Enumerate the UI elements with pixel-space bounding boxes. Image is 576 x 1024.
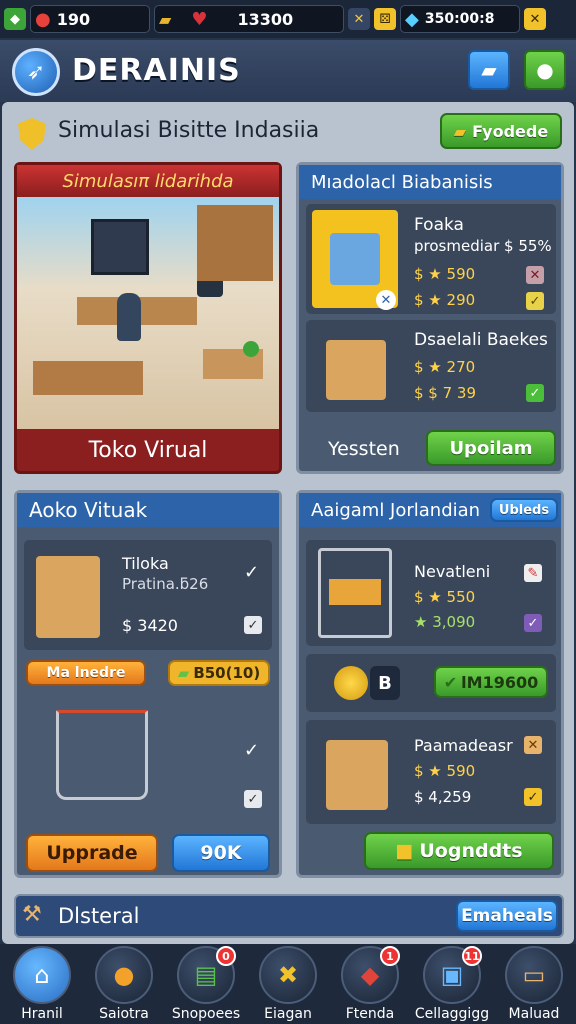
modal-panel-title: Mıadolacl Biabanisis [299,165,561,199]
x-checkbox[interactable]: ✕ [524,736,542,754]
footer-button[interactable]: Emaheals [456,900,558,932]
item-price: ★ 3,090 [414,613,476,631]
jar-icon: ▰ [177,664,190,682]
crossed-icon[interactable]: ✕ [348,8,370,30]
price-tag[interactable]: ▰ B50(10) [168,660,270,686]
nav-item-hranil[interactable]: ⌂ Hranil [6,946,78,1024]
boxes-icon [326,740,388,810]
gem-icon: ◆ [405,8,419,30]
notification-badge: 0 [216,946,236,966]
strawberry-icon: ● [35,8,51,30]
rocket-logo-icon: ➶ [12,48,60,96]
item-desc: Pratina.ƃ26 [122,575,209,593]
check-mark-icon[interactable]: ✓ [244,740,259,761]
item-price: $ 4,259 [414,788,472,806]
brand-title: DERAINIS [72,53,241,88]
upgrade-button[interactable]: Upoilam [426,430,556,466]
dice-icon[interactable]: ⚄ [374,8,396,30]
upgrade-button[interactable]: ■ Uognddts [364,832,554,870]
computer-monitor-icon [91,219,149,275]
check-checkbox[interactable]: ✓ [526,292,544,310]
item-price: $ ★ 590 [414,762,476,780]
tools-icon: ✖ [259,946,317,1004]
remove-icon[interactable]: ✕ [376,290,396,310]
check-checkbox[interactable]: ✓ [244,790,262,808]
shelf-icon [197,205,273,281]
shopping-cart-icon [56,710,148,800]
item-name: Foaka [414,215,464,235]
nav-item-ftenda[interactable]: ◆ 1 Ftenda [334,946,406,1024]
basket-icon [36,556,100,638]
check-mark-icon[interactable]: ✓ [244,562,259,583]
sign-icon: ▭ [505,946,563,1004]
lightbulb-icon: ● [536,58,554,82]
footer-title: Dlsteral [58,904,140,928]
treasure-icon: ▰ [453,121,467,141]
worker-icon [117,293,141,341]
edit-checkbox[interactable]: ✎ [524,564,542,582]
nav-item-saiotra[interactable]: ● Saiotra [88,946,160,1024]
item-price: $ ★ 590 [414,265,476,283]
cookie-icon: ● [95,946,153,1004]
close-icon[interactable]: ✕ [524,8,546,30]
notification-badge: 11 [462,946,482,966]
featured-caption: Toko Virual [88,437,208,463]
heart-icon: ♥ [191,8,208,30]
strawberry-counter: ● 190 [30,5,150,33]
nav-item-eiagan[interactable]: ✖ Eiagan [252,946,324,1024]
coin-label: B [370,666,400,700]
lightbulb-button[interactable]: ● [524,50,566,90]
ok-button[interactable]: 90K [172,834,270,872]
check-checkbox[interactable]: ✓ [244,616,262,634]
book-button[interactable]: ▰ [468,50,510,90]
leaf-icon[interactable]: ◆ [4,8,26,30]
counter-icon [33,361,143,395]
status-label: Yessten [328,438,400,460]
shop-icon: ⌂ [13,946,71,1004]
coin-value-button[interactable]: ✔ lM19600 [434,666,548,698]
x-checkbox[interactable]: ✕ [526,266,544,284]
heart-counter: ▰ ♥ 13300 [154,5,344,33]
mini-button[interactable]: Ma lnedre [26,660,146,686]
box-icon [326,340,386,400]
section-title: Simulasi Bisitte Indasiia [58,118,320,143]
item-name: Tiloka [122,554,169,573]
shopping-cart-icon [318,548,392,638]
check-icon: ✔ [443,672,458,692]
item-price: $ 3420 [122,616,178,635]
nav-item-snopoees[interactable]: ▤ 0 Snopoees [170,946,242,1024]
item-name: Dsaelali Baekes [414,330,548,350]
item-name: Nevatleni [414,562,491,581]
check-checkbox[interactable]: ✓ [524,788,542,806]
resource-bar: ◆ ● 190 ▰ ♥ 13300 ✕ ⚄ ◆ 350:00:8 ✕ [0,0,576,38]
section-action-button[interactable]: ▰ Fyodede [440,113,562,149]
nav-item-cellaggigg[interactable]: ▣ 11 Cellaggigg [415,946,489,1024]
plant-icon [243,341,259,357]
item-price: $ $ 7 39 [414,384,477,402]
coin-stack-icon [334,666,368,700]
item-name: Paamadeasr [414,736,513,755]
item-desc: prosmediar $ 55% [414,237,552,255]
upgrade-button[interactable]: Upprade [26,834,158,872]
hammer-icon: ⚒ [22,902,42,927]
box-icon: ■ [395,840,414,862]
gold-bars-icon: ▰ [159,9,172,29]
item-price: $ ★ 290 [414,291,476,309]
check-checkbox[interactable]: ✓ [526,384,544,402]
right-panel-tag[interactable]: Ubleds [490,498,558,522]
featured-title: Simulasıπ lidarihda [17,165,279,197]
gem-counter: ◆ 350:00:8 [400,5,520,33]
notification-badge: 1 [380,946,400,966]
item-price: $ ★ 270 [414,358,476,376]
office-illustration [17,197,279,429]
book-icon: ▰ [481,58,497,82]
left-panel-title: Aoko Vituak [17,493,279,527]
nav-item-maluad[interactable]: ▭ Maluad [498,946,570,1024]
item-price: $ ★ 550 [414,588,476,606]
check-checkbox[interactable]: ✓ [524,614,542,632]
